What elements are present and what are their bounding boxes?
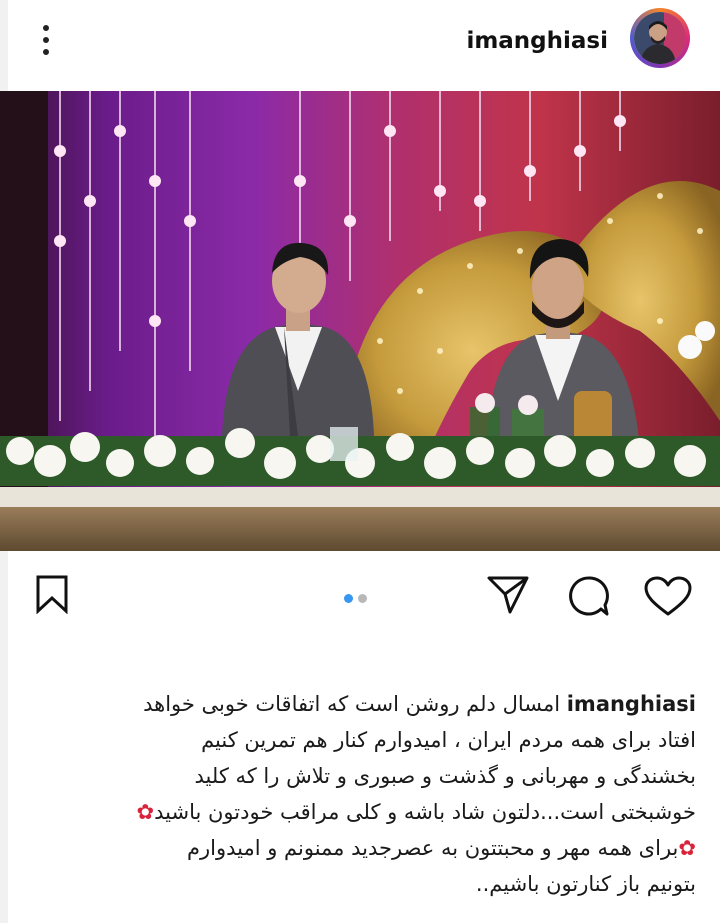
caption-line: خوشبختی است...دلتون شاد باشه و کلی مراقب… bbox=[136, 800, 696, 824]
post-image bbox=[0, 91, 720, 551]
caption-line: بتونیم باز کنارتون باشیم.. bbox=[475, 872, 696, 896]
heart-icon[interactable] bbox=[643, 576, 693, 618]
comment-icon[interactable] bbox=[565, 574, 611, 618]
caption-line: بخشندگی و مهربانی و گذشت و صبوری و تلاش … bbox=[194, 764, 696, 788]
caption-line: افتاد برای همه مردم ایران ، امیدوارم کنا… bbox=[201, 728, 696, 752]
caption-username[interactable]: imanghiasi bbox=[567, 692, 696, 716]
post-caption: imanghiasi امسال دلم روشن است که اتفاقات… bbox=[20, 686, 696, 902]
bookmark-icon[interactable] bbox=[34, 574, 70, 614]
post-username[interactable]: imanghiasi bbox=[466, 28, 608, 54]
post-photo[interactable] bbox=[0, 91, 720, 551]
carousel-dot bbox=[358, 594, 367, 603]
avatar[interactable] bbox=[630, 8, 690, 68]
caption-line: imanghiasi امسال دلم روشن است که اتفاقات… bbox=[143, 692, 696, 716]
post-header: imanghiasi bbox=[0, 0, 720, 90]
more-vertical-icon[interactable] bbox=[34, 20, 58, 60]
send-icon[interactable] bbox=[486, 574, 530, 616]
rose-icon: ✿ bbox=[678, 836, 696, 860]
avatar-image bbox=[634, 12, 686, 64]
rose-icon: ✿ bbox=[136, 800, 155, 824]
caption-line: ✿برای همه مهر و محبتتون به عصرجدید ممنون… bbox=[186, 836, 696, 860]
carousel-indicator bbox=[344, 588, 372, 607]
carousel-dot-active bbox=[344, 594, 353, 603]
